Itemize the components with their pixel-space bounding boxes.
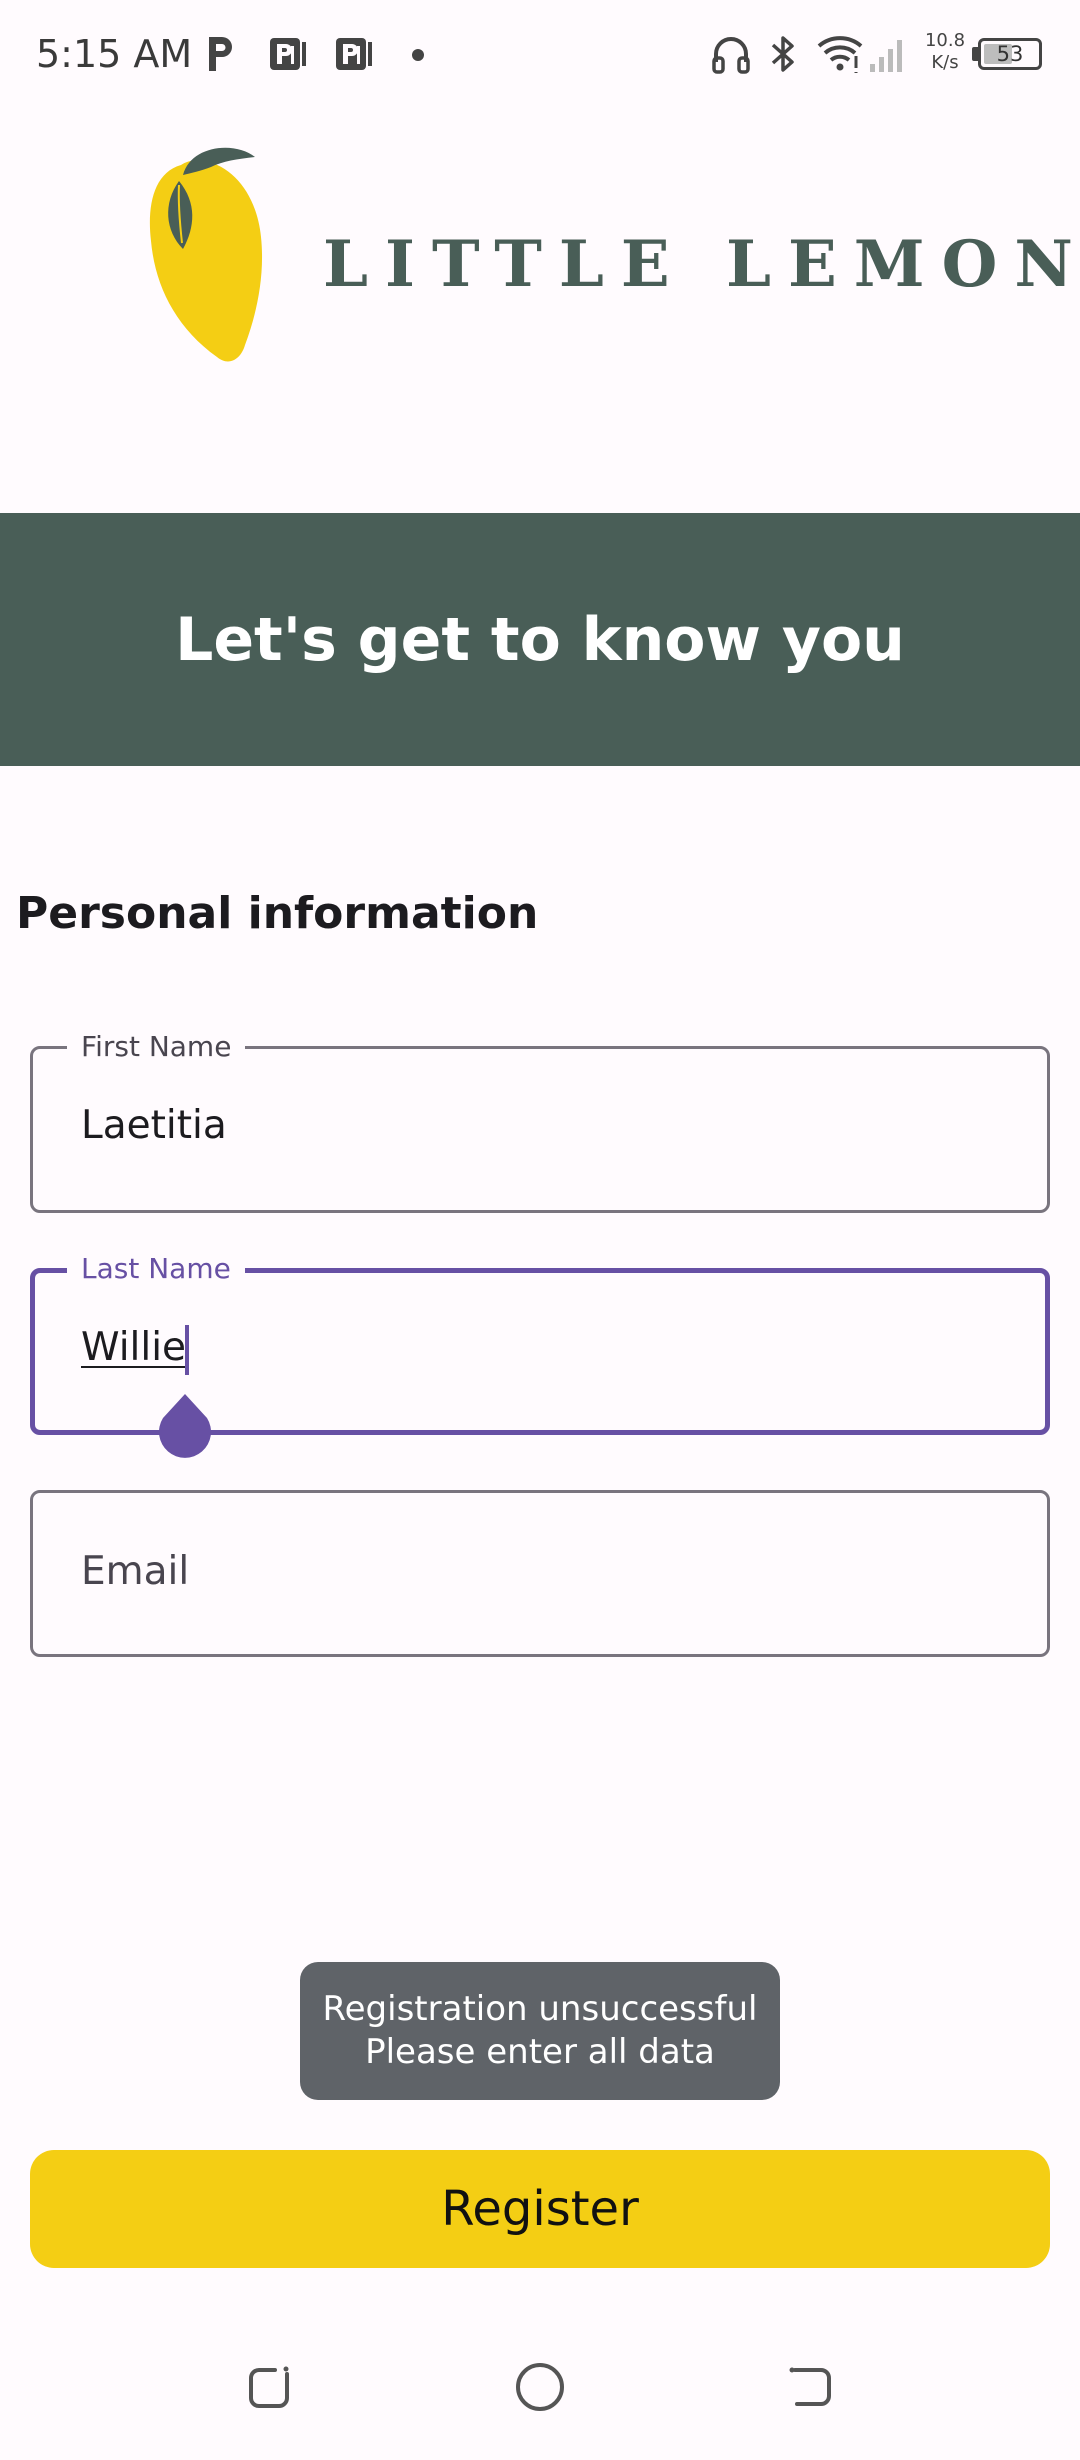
last-name-value: Willie	[81, 1325, 187, 1370]
little-lemon-logo: LITTLE LEMON	[145, 145, 1073, 375]
text-cursor	[185, 1325, 189, 1375]
cursor-handle[interactable]	[155, 1390, 215, 1458]
hero-banner: Let's get to know you	[0, 513, 1080, 766]
hero-title: Let's get to know you	[175, 604, 905, 675]
battery-level: 53	[996, 42, 1024, 66]
signal-icon	[870, 40, 902, 72]
email-field[interactable]: Email	[30, 1490, 1050, 1657]
back-icon[interactable]	[775, 2352, 845, 2422]
home-icon[interactable]	[505, 2352, 575, 2422]
lemon-icon	[149, 147, 263, 362]
section-title: Personal information	[16, 888, 539, 939]
toast-message: Registration unsuccessful Please enter a…	[300, 1962, 780, 2100]
app-icon	[270, 38, 306, 70]
logo-text: LITTLE LEMON	[323, 227, 1080, 302]
network-speed: 10.8 K/s	[920, 30, 970, 74]
parking-icon	[209, 37, 232, 71]
toast-line-1: Registration unsuccessful	[322, 1989, 758, 2029]
network-speed-value: 10.8	[924, 30, 966, 51]
wifi-icon	[817, 36, 863, 73]
bluetooth-icon	[771, 36, 794, 72]
first-name-value: Laetitia	[81, 1103, 227, 1148]
battery-icon: 53	[978, 38, 1042, 70]
last-name-label: Last Name	[67, 1253, 245, 1285]
register-button[interactable]: Register	[30, 2150, 1050, 2268]
recents-icon[interactable]	[235, 2352, 305, 2422]
first-name-field[interactable]: First Name Laetitia	[30, 1031, 1050, 1213]
notification-dot	[412, 49, 424, 61]
network-speed-unit: K/s	[931, 52, 959, 73]
email-placeholder: Email	[81, 1549, 190, 1594]
toast-line-2: Please enter all data	[365, 2032, 715, 2072]
screen: 5:15 AM 10.8 K/s 53 LITTLE LEMON Let's g…	[0, 0, 1080, 2460]
status-time: 5:15 AM	[36, 32, 193, 76]
headphones-icon	[712, 37, 750, 74]
navigation-bar	[0, 2310, 1080, 2460]
first-name-label: First Name	[67, 1031, 246, 1063]
app-icon	[336, 38, 372, 70]
status-bar: 5:15 AM 10.8 K/s 53	[0, 0, 1080, 110]
